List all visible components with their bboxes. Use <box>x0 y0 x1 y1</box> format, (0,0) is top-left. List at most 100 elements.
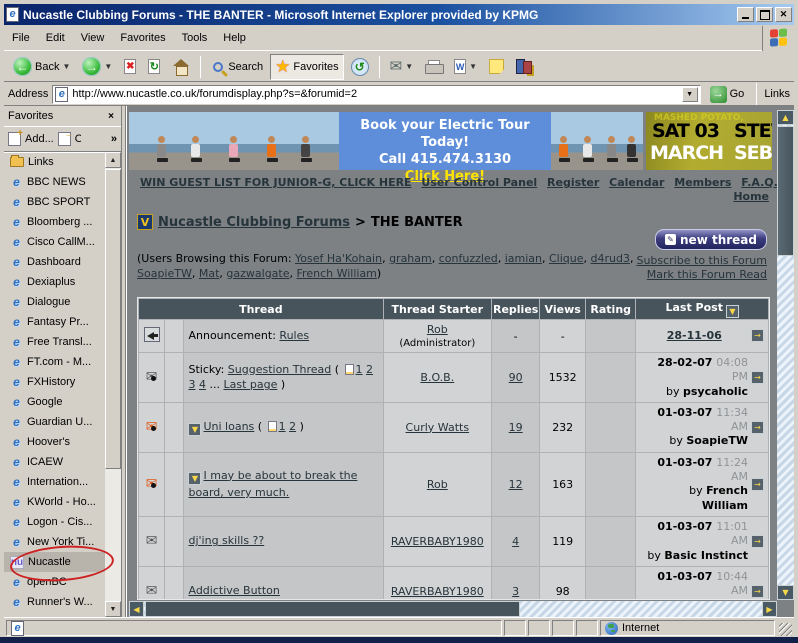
back-dropdown-icon[interactable]: ▼ <box>62 62 70 71</box>
edit-dropdown-icon[interactable]: ▼ <box>469 62 477 71</box>
stop-button[interactable]: ✖ <box>119 54 141 80</box>
menu-item-file[interactable]: File <box>4 29 38 47</box>
mark-read-link[interactable]: Mark this Forum Read <box>647 268 767 281</box>
thread-title-link[interactable]: dj'ing skills ?? <box>188 534 264 547</box>
thread-page-link[interactable]: 2 <box>289 420 296 433</box>
nav-link-faq[interactable]: F.A.Q. <box>741 176 777 189</box>
menu-item-favorites[interactable]: Favorites <box>112 29 173 47</box>
favorite-item-cisco-callm-[interactable]: eCisco CallM... <box>4 232 105 252</box>
edit-with-word-button[interactable]: W ▼ <box>449 54 482 80</box>
subscribe-link[interactable]: Subscribe to this Forum <box>636 254 767 267</box>
thread-starter-link[interactable]: Rob <box>427 478 448 491</box>
header-thread[interactable]: Thread <box>139 299 383 319</box>
favorite-item-bbc-sport[interactable]: eBBC SPORT <box>4 192 105 212</box>
browsing-user-link[interactable]: Clique <box>549 252 584 265</box>
research-button[interactable] <box>511 54 538 80</box>
favorites-button[interactable]: ★ Favorites <box>270 54 344 80</box>
header-views[interactable]: Views <box>540 299 585 319</box>
favorites-scroll-up-icon[interactable]: ▲ <box>105 152 121 168</box>
browsing-user-link[interactable]: d4rud3 <box>591 252 630 265</box>
breadcrumb-forum-link[interactable]: Nucastle Clubbing Forums <box>158 215 350 230</box>
goto-last-post-icon[interactable]: → <box>751 585 764 598</box>
thread-title-link[interactable]: I may be about to break the board, very … <box>188 469 357 499</box>
title-bar[interactable]: Nucastle Clubbing Forums - THE BANTER - … <box>4 4 794 25</box>
favorite-item-links[interactable]: Links <box>4 152 105 172</box>
browsing-user-link[interactable]: gazwalgate <box>226 267 289 280</box>
thread-starter-link[interactable]: RAVERBABY1980 <box>391 535 484 548</box>
forward-dropdown-icon[interactable]: ▼ <box>104 62 112 71</box>
favorites-scroll-thumb[interactable] <box>105 169 121 469</box>
links-toolbar-label[interactable]: Links <box>764 88 790 100</box>
replies-count-link[interactable]: 90 <box>509 371 523 384</box>
discuss-button[interactable] <box>484 54 509 80</box>
browsing-user-link[interactable]: graham <box>389 252 432 265</box>
favorite-item-dashboard[interactable]: eDashboard <box>4 252 105 272</box>
page-scroll-up-icon[interactable]: ▲ <box>777 110 794 125</box>
menu-item-help[interactable]: Help <box>215 29 254 47</box>
nav-link-register[interactable]: Register <box>547 176 599 189</box>
favorite-item-nucastle[interactable]: nuNucastle <box>4 552 105 572</box>
address-url[interactable]: http://www.nucastle.co.uk/forumdisplay.p… <box>72 88 677 100</box>
nav-link-members[interactable]: Members <box>674 176 731 189</box>
nav-link-calendar[interactable]: Calendar <box>609 176 664 189</box>
browsing-user-link[interactable]: Yosef Ha'Kohain <box>295 252 382 265</box>
thread-starter-link[interactable]: Rob <box>427 323 448 336</box>
address-dropdown-icon[interactable]: ▼ <box>682 87 698 102</box>
menu-item-edit[interactable]: Edit <box>38 29 73 47</box>
page-vscroll-thumb[interactable] <box>777 126 794 256</box>
segway-ad-text[interactable]: Book your Electric Tour Today! Call 415.… <box>339 112 551 170</box>
replies-count-link[interactable]: 12 <box>509 478 523 491</box>
thread-page-link[interactable]: 3 <box>188 378 195 391</box>
favorite-item-dexiaplus[interactable]: eDexiaplus <box>4 272 105 292</box>
sort-descending-icon[interactable]: ▼ <box>726 305 739 318</box>
thread-page-link[interactable]: 1 <box>279 420 286 433</box>
browsing-user-link[interactable]: SoapieTW <box>137 267 192 280</box>
browsing-user-link[interactable]: confuzzled <box>439 252 498 265</box>
header-rating[interactable]: Rating <box>586 299 636 319</box>
nav-link-user[interactable]: User Control Panel <box>421 176 537 189</box>
home-button[interactable] <box>167 54 195 80</box>
replies-count-link[interactable]: 3 <box>512 585 519 598</box>
add-favorite-label[interactable]: Add... <box>25 133 54 145</box>
menu-item-tools[interactable]: Tools <box>174 29 216 47</box>
mail-button[interactable]: ✉ ▼ <box>385 54 419 80</box>
favorite-item-icaew[interactable]: eICAEW <box>4 452 105 472</box>
goto-last-post-icon[interactable]: → <box>751 371 764 384</box>
favorite-item-kworld-ho-[interactable]: eKWorld - Ho... <box>4 492 105 512</box>
replies-count-link[interactable]: 19 <box>509 421 523 434</box>
maximize-button[interactable] <box>756 7 773 22</box>
gig-banner[interactable]: MASHED POTATO, SAT 03 MARCH STEV SEBA <box>646 112 772 170</box>
mail-dropdown-icon[interactable]: ▼ <box>405 62 413 71</box>
thread-starter-link[interactable]: RAVERBABY1980 <box>391 585 484 598</box>
address-input[interactable]: http://www.nucastle.co.uk/forumdisplay.p… <box>52 85 700 104</box>
organize-favorites-icon[interactable] <box>58 132 71 146</box>
favorite-item-fantasy-pr-[interactable]: eFantasy Pr... <box>4 312 105 332</box>
favorite-item-internation-[interactable]: eInternation... <box>4 472 105 492</box>
goto-last-post-icon[interactable]: → <box>751 478 764 491</box>
page-scroll-down-icon[interactable]: ▼ <box>777 585 794 600</box>
thread-title-link[interactable]: Addictive Button <box>188 584 279 597</box>
favorites-scroll-down-icon[interactable]: ▼ <box>105 601 121 617</box>
refresh-button[interactable]: ↻ <box>143 54 165 80</box>
page-horizontal-scrollbar[interactable]: ◀ ▶ <box>129 601 777 617</box>
favorites-panel-close-icon[interactable]: × <box>105 111 117 122</box>
favorite-item-runner-s-w-[interactable]: eRunner's W... <box>4 592 105 612</box>
replies-count-link[interactable]: 4 <box>512 535 519 548</box>
header-thread-starter[interactable]: Thread Starter <box>384 299 491 319</box>
header-last-post[interactable]: Last Post▼ <box>636 299 768 319</box>
resize-grip[interactable] <box>779 623 792 636</box>
goto-first-unread-icon[interactable]: ▼ <box>188 423 201 436</box>
last-post-date-link[interactable]: 28-11-06 <box>667 329 722 342</box>
favorite-item-hoover-s[interactable]: eHoover's <box>4 432 105 452</box>
favorite-item-new-york-ti-[interactable]: eNew York Ti... <box>4 532 105 552</box>
favorite-item-google[interactable]: eGoogle <box>4 392 105 412</box>
organize-favorites-label[interactable]: Organize... <box>75 133 81 145</box>
search-button[interactable]: Search <box>206 54 268 80</box>
minimize-button[interactable] <box>737 7 754 22</box>
favorite-item-openbc[interactable]: eopenBC <box>4 572 105 592</box>
segway-photo-left[interactable] <box>129 112 339 170</box>
goto-last-post-icon[interactable]: → <box>751 535 764 548</box>
thread-page-link[interactable]: Last page <box>223 378 277 391</box>
menu-item-view[interactable]: View <box>73 29 113 47</box>
favorites-scrollbar[interactable]: ▲ ▼ <box>105 152 121 617</box>
